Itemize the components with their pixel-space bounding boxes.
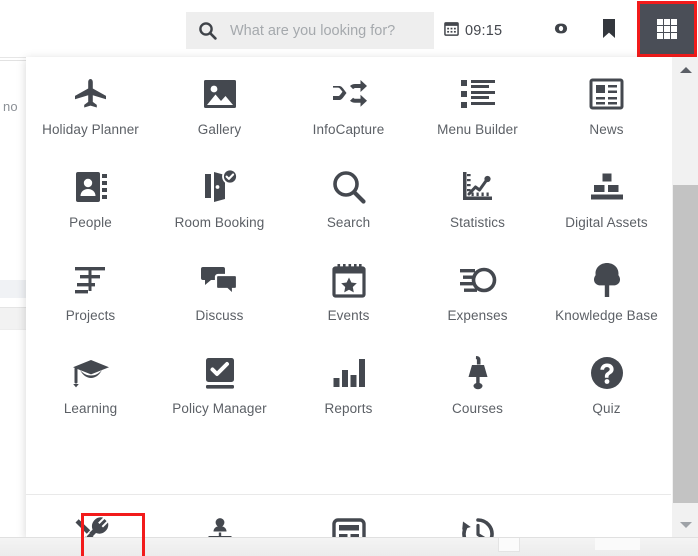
app-tile-statistics[interactable]: Statistics xyxy=(413,150,542,243)
shuffle-arrows-icon xyxy=(330,73,368,115)
app-label: Discuss xyxy=(195,308,244,323)
app-label: Projects xyxy=(65,308,116,323)
app-tile-projects[interactable]: Projects xyxy=(26,243,155,336)
app-label: Expenses xyxy=(447,308,508,323)
app-label: Statistics xyxy=(449,215,505,230)
app-label: Gallery xyxy=(197,122,242,137)
app-label: Holiday Planner xyxy=(42,122,139,137)
app-label: Reports xyxy=(324,401,373,416)
bottom-tab-indicator xyxy=(498,538,520,552)
boxes-stack-icon xyxy=(589,166,625,208)
app-label: News xyxy=(589,122,624,137)
app-tile-knowledge-base[interactable]: Knowledge Base xyxy=(542,243,671,336)
magnifier-icon xyxy=(331,166,367,208)
app-label: Search xyxy=(326,215,371,230)
app-label: Quiz xyxy=(592,401,621,416)
bottom-tab-indicator-secondary xyxy=(595,538,640,550)
bulleted-list-icon xyxy=(460,73,496,115)
app-tile-discuss[interactable]: Discuss xyxy=(155,243,284,336)
background-text-fragment: no xyxy=(3,99,18,114)
app-tile-infocapture[interactable]: InfoCapture xyxy=(284,57,413,150)
door-check-icon xyxy=(201,166,239,208)
calendar-star-icon xyxy=(331,259,366,301)
apps-grid: Holiday Planner Gallery InfoCapture Menu… xyxy=(26,57,671,429)
tree-icon xyxy=(590,259,624,301)
newspaper-icon xyxy=(589,73,625,115)
app-tile-policy-manager[interactable]: Policy Manager xyxy=(155,336,284,429)
scroll-up-arrow-icon xyxy=(679,67,692,73)
app-tile-courses[interactable]: Courses xyxy=(413,336,542,429)
clock-time: 09:15 xyxy=(465,23,503,39)
bookmark-icon[interactable] xyxy=(602,18,616,44)
line-graph-icon xyxy=(460,166,496,208)
app-label: Menu Builder xyxy=(437,122,518,137)
top-bar: 09:15 xyxy=(0,0,698,57)
launcher-scrollbar[interactable] xyxy=(671,57,698,538)
calendar-icon xyxy=(444,21,459,41)
project-lines-icon xyxy=(74,259,108,301)
app-tile-room-booking[interactable]: Room Booking xyxy=(155,150,284,243)
app-label: Courses xyxy=(452,401,503,416)
bottom-band xyxy=(0,538,698,556)
app-label: Knowledge Base xyxy=(555,308,658,323)
app-tile-search[interactable]: Search xyxy=(284,150,413,243)
image-icon xyxy=(202,73,238,115)
background-rule-lower xyxy=(0,329,26,330)
app-label: Learning xyxy=(63,401,118,416)
grid-apps-icon xyxy=(657,19,677,39)
app-tile-holiday-planner[interactable]: Holiday Planner xyxy=(26,57,155,150)
scrollbar-thumb[interactable] xyxy=(673,185,698,503)
background-strip-top xyxy=(0,280,26,298)
app-label: Events xyxy=(327,308,370,323)
link-icon[interactable] xyxy=(550,20,572,42)
scroll-down-arrow-icon xyxy=(679,522,692,528)
scroll-down-arrow[interactable] xyxy=(672,514,698,536)
question-circle-icon xyxy=(590,352,624,394)
app-tile-expenses[interactable]: Expenses xyxy=(413,243,542,336)
app-tile-events[interactable]: Events xyxy=(284,243,413,336)
app-tile-people[interactable]: People xyxy=(26,150,155,243)
search-box[interactable] xyxy=(186,12,434,49)
app-label: Digital Assets xyxy=(565,215,648,230)
app-tile-reports[interactable]: Reports xyxy=(284,336,413,429)
address-book-icon xyxy=(73,166,109,208)
app-label: InfoCapture xyxy=(312,122,385,137)
app-label: Policy Manager xyxy=(172,401,267,416)
graduation-cap-icon xyxy=(72,352,110,394)
lamp-icon xyxy=(462,352,494,394)
app-tile-learning[interactable]: Learning xyxy=(26,336,155,429)
app-tile-gallery[interactable]: Gallery xyxy=(155,57,284,150)
clock-widget[interactable]: 09:15 xyxy=(444,21,502,41)
app-launcher-scroll-area: Holiday Planner Gallery InfoCapture Menu… xyxy=(26,57,671,556)
app-tile-menu-builder[interactable]: Menu Builder xyxy=(413,57,542,150)
bar-chart-icon xyxy=(332,352,366,394)
scroll-up-arrow[interactable] xyxy=(672,59,698,81)
app-tile-digital-assets[interactable]: Digital Assets xyxy=(542,150,671,243)
apps-launcher-button[interactable] xyxy=(640,4,694,54)
search-icon xyxy=(198,21,217,40)
airplane-icon xyxy=(71,73,111,115)
app-label: Room Booking xyxy=(174,215,265,230)
app-root: no What are you looking for? 09:15 Holid… xyxy=(0,0,698,556)
app-launcher-panel: Holiday Planner Gallery InfoCapture Menu… xyxy=(26,57,698,556)
speech-bubbles-icon xyxy=(200,259,239,301)
app-tile-news[interactable]: News xyxy=(542,57,671,150)
app-label: People xyxy=(69,215,112,230)
app-tile-quiz[interactable]: Quiz xyxy=(542,336,671,429)
search-input[interactable] xyxy=(228,21,423,40)
background-strip-bottom xyxy=(0,308,26,330)
checked-book-icon xyxy=(203,352,237,394)
coins-icon xyxy=(459,259,497,301)
